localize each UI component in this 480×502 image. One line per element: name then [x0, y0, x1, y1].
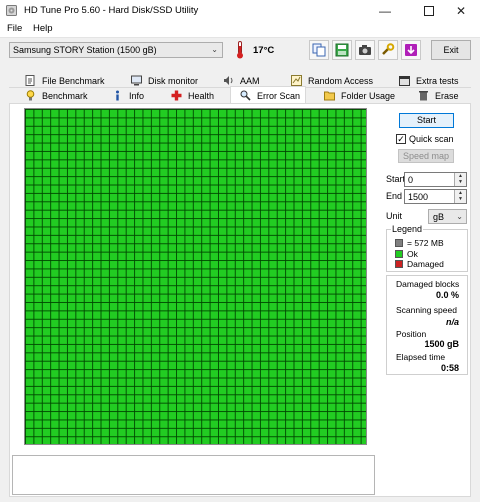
options-icon — [382, 43, 395, 55]
start-button[interactable]: Start — [399, 113, 454, 128]
unit-label: Unit — [386, 211, 403, 221]
exit-button[interactable]: Exit — [431, 40, 471, 60]
end-input-value: 1500 — [408, 192, 429, 202]
tab-label: Info — [129, 90, 145, 101]
speaker-icon — [224, 76, 233, 85]
minimize-button[interactable]: — — [366, 0, 404, 21]
tab-disk-monitor[interactable]: Disk monitor — [131, 73, 198, 88]
tab-label: Erase — [435, 90, 459, 101]
legend-label: Ok — [407, 249, 418, 259]
close-button[interactable]: ✕ — [442, 0, 480, 21]
disk-monitor-icon — [131, 75, 142, 86]
trash-icon — [419, 91, 428, 101]
log-area — [12, 455, 375, 495]
tab-benchmark[interactable]: Benchmark — [25, 88, 88, 103]
screenshot-button[interactable] — [355, 40, 375, 60]
tab-label: Health — [188, 90, 215, 101]
unit-select[interactable]: gB ⌄ — [428, 209, 467, 224]
window-title: HD Tune Pro 5.60 - Hard Disk/SSD Utility — [24, 5, 199, 16]
temperature-readout: 17°C — [253, 45, 275, 56]
tab-erase[interactable]: Erase — [418, 88, 459, 103]
position-label: Position — [396, 329, 427, 339]
minimize-icon: — — [379, 3, 391, 18]
drive-select-value: Samsung STORY Station (1500 gB) — [13, 45, 157, 55]
legend-title: Legend — [391, 224, 424, 234]
tab-label: Disk monitor — [148, 75, 199, 86]
lightbulb-icon — [26, 90, 35, 101]
damaged-blocks-value: 0.0 % — [435, 290, 459, 300]
app-window: HD Tune Pro 5.60 - Hard Disk/SSD Utility… — [0, 0, 480, 502]
checkmark-icon: ✓ — [397, 134, 405, 144]
block-map — [24, 108, 367, 445]
drive-select[interactable]: Samsung STORY Station (1500 gB) ⌄ — [9, 42, 223, 58]
tab-label: Extra tests — [416, 75, 459, 86]
health-cross-icon — [171, 90, 182, 101]
start-input-value: 0 — [408, 175, 414, 185]
spinner-arrows-icon[interactable]: ▲ ▼ — [454, 190, 466, 203]
random-access-icon — [291, 75, 302, 86]
thermometer-icon — [237, 41, 243, 59]
chevron-down-icon: ⌄ — [456, 212, 463, 221]
tab-label: File Benchmark — [42, 75, 105, 86]
tab-error-scan[interactable]: Error Scan — [230, 86, 306, 104]
file-benchmark-icon — [25, 75, 35, 86]
spinner-arrows-icon[interactable]: ▲ ▼ — [454, 173, 466, 186]
tab-info[interactable]: Info — [112, 88, 144, 103]
tab-folder-usage[interactable]: Folder Usage — [324, 88, 395, 103]
scanning-speed-label: Scanning speed — [396, 305, 457, 315]
start-label: Start — [386, 174, 406, 184]
damaged-swatch-icon — [395, 260, 403, 268]
tab-label: Folder Usage — [341, 90, 396, 101]
tab-extra-tests[interactable]: Extra tests — [399, 73, 459, 88]
position-value: 1500 gB — [424, 339, 459, 349]
tab-label: Benchmark — [42, 90, 88, 101]
close-icon: ✕ — [455, 3, 467, 18]
info-icon — [116, 90, 119, 101]
chevron-down-icon: ⌄ — [211, 45, 218, 54]
options-button[interactable] — [378, 40, 398, 60]
damaged-blocks-label: Damaged blocks — [396, 279, 460, 289]
elapsed-time-label: Elapsed time — [396, 352, 446, 362]
folder-icon — [324, 91, 335, 101]
tab-label: AAM — [240, 75, 260, 86]
legend-label: Damaged — [407, 259, 444, 269]
maximize-icon — [424, 5, 434, 16]
block-swatch-icon — [395, 239, 403, 247]
extra-tests-icon — [399, 76, 410, 86]
tab-file-benchmark[interactable]: File Benchmark — [25, 73, 105, 88]
quick-scan-checkbox[interactable]: ✓ — [396, 134, 406, 144]
end-input[interactable]: 1500 ▲ ▼ — [404, 189, 467, 204]
save-button[interactable] — [332, 40, 352, 60]
download-icon — [405, 44, 417, 56]
start-input[interactable]: 0 ▲ ▼ — [404, 172, 467, 187]
legend-label: = 572 MB — [407, 238, 444, 248]
legend-item-block-size: = 572 MB — [395, 238, 444, 248]
magnifier-icon — [240, 90, 251, 101]
menu-help[interactable]: Help — [33, 23, 53, 34]
tab-label: Error Scan — [257, 90, 301, 101]
camera-icon — [359, 45, 371, 55]
menu-bar: File Help — [0, 21, 480, 38]
download-button[interactable] — [401, 40, 421, 60]
menu-file[interactable]: File — [7, 23, 22, 34]
legend-item-ok: Ok — [395, 249, 418, 259]
copy-icon — [312, 43, 326, 57]
unit-select-value: gB — [433, 212, 445, 222]
tab-label: Random Access — [308, 75, 374, 86]
tab-health[interactable]: Health — [171, 88, 214, 103]
ok-swatch-icon — [395, 250, 403, 258]
elapsed-time-value: 0:58 — [440, 363, 459, 373]
end-label: End — [386, 191, 403, 201]
copy-button[interactable] — [309, 40, 329, 60]
legend-item-damaged: Damaged — [395, 259, 444, 269]
app-disk-icon — [6, 5, 17, 16]
speed-map-button[interactable]: Speed map — [398, 149, 454, 163]
scanning-speed-value: n/a — [445, 317, 459, 327]
quick-scan-label: Quick scan — [409, 134, 454, 144]
save-icon — [335, 43, 349, 57]
title-bar: HD Tune Pro 5.60 - Hard Disk/SSD Utility… — [0, 0, 480, 21]
